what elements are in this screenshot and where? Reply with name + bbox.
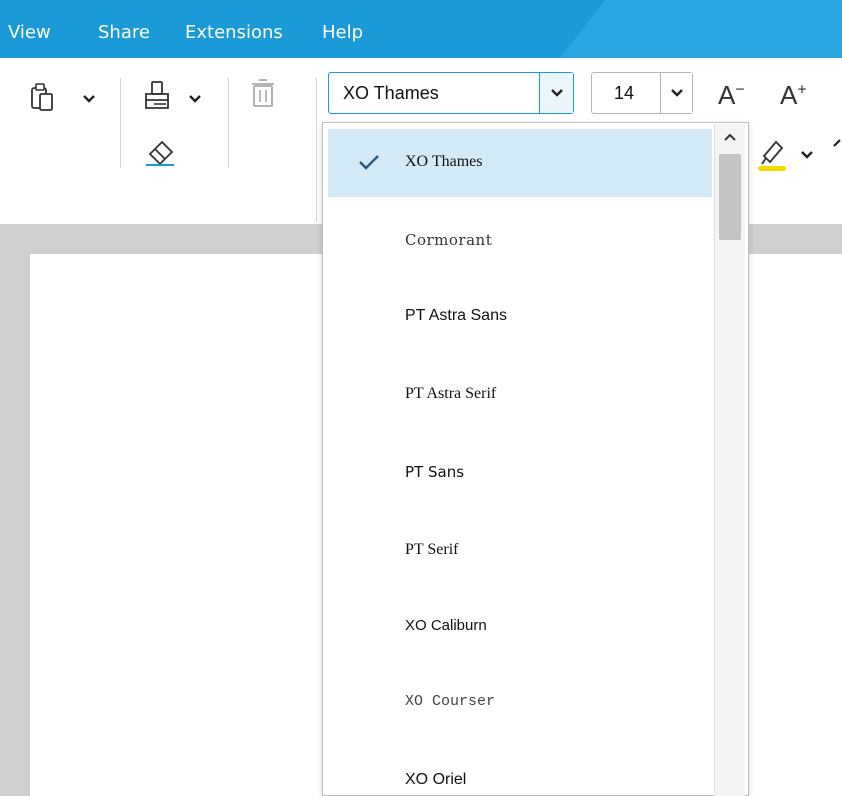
eraser-icon [146,140,174,166]
font-dropdown-list[interactable]: XO Thames Cormorant PT Astra Sans PT Ast… [322,122,749,796]
toolbar-divider [120,78,121,168]
font-option-label: XO Oriel [405,771,467,788]
font-option-label: XO Caliburn [405,617,487,634]
increase-font-sign: + [797,81,807,99]
font-name-dropdown-button[interactable] [539,73,573,113]
font-option-pt-serif[interactable]: PT Serif [328,517,712,585]
decrease-font-label: A [718,80,736,110]
font-size-dropdown-button[interactable] [660,73,692,113]
highlight-icon [758,140,786,171]
font-option-label: Cormorant [405,231,493,249]
font-option-xo-courser[interactable]: XO Courser [328,669,712,737]
decrease-font-button[interactable]: A− [718,80,745,111]
font-size-value: 14 [614,83,635,103]
menu-share[interactable]: Share [98,22,150,43]
format-painter-icon [145,81,169,109]
more-arrow-icon[interactable] [832,138,842,154]
font-option-pt-astra-serif[interactable]: PT Astra Serif [328,361,712,429]
paste-icon [31,83,53,111]
delete-icon [252,79,274,107]
font-option-pt-astra-sans[interactable]: PT Astra Sans [328,283,712,351]
font-name-value: XO Thames [343,83,439,103]
check-icon [359,155,379,170]
font-size-combobox[interactable]: 14 [591,72,693,114]
menu-bar: View Share Extensions Help [0,0,842,58]
highlight-chevron-down-icon[interactable] [800,150,814,160]
toolbar-divider [316,78,317,222]
menu-help[interactable]: Help [322,22,363,43]
scroll-up-arrow-icon[interactable] [723,132,737,142]
increase-font-label: A [780,80,798,110]
menu-extensions[interactable]: Extensions [185,22,283,43]
font-name-combobox[interactable]: XO Thames [328,72,574,114]
font-option-label: PT Astra Serif [405,385,497,402]
format-painter-button[interactable] [142,80,172,117]
delete-button[interactable] [250,78,276,115]
increase-font-button[interactable]: A+ [780,80,807,111]
menu-view[interactable]: View [8,22,51,43]
font-option-label: XO Thames [405,153,483,170]
scrollbar-thumb[interactable] [719,154,741,240]
menu-bar-decoration [560,0,842,58]
font-option-label: PT Serif [405,541,459,558]
font-option-label: PT Astra Sans [405,307,507,324]
decrease-font-sign: − [735,81,745,99]
clear-format-button[interactable] [144,136,176,171]
font-option-label: PT Sans [405,463,465,481]
toolbar-divider [228,78,229,168]
chevron-down-icon [551,89,563,97]
highlight-button[interactable] [756,134,790,177]
paste-button[interactable] [30,82,56,117]
paste-chevron-down-icon[interactable] [82,94,96,104]
font-option-xo-oriel[interactable]: XO Oriel [328,747,712,795]
font-list-scrollbar[interactable] [714,124,745,796]
format-painter-chevron-down-icon[interactable] [188,94,202,104]
chevron-down-icon [671,89,683,97]
font-option-xo-thames[interactable]: XO Thames [328,129,712,197]
font-option-xo-caliburn[interactable]: XO Caliburn [328,593,712,661]
font-option-cormorant[interactable]: Cormorant [328,207,712,275]
font-option-label: XO Courser [405,693,496,710]
font-option-pt-sans[interactable]: PT Sans [328,439,712,507]
